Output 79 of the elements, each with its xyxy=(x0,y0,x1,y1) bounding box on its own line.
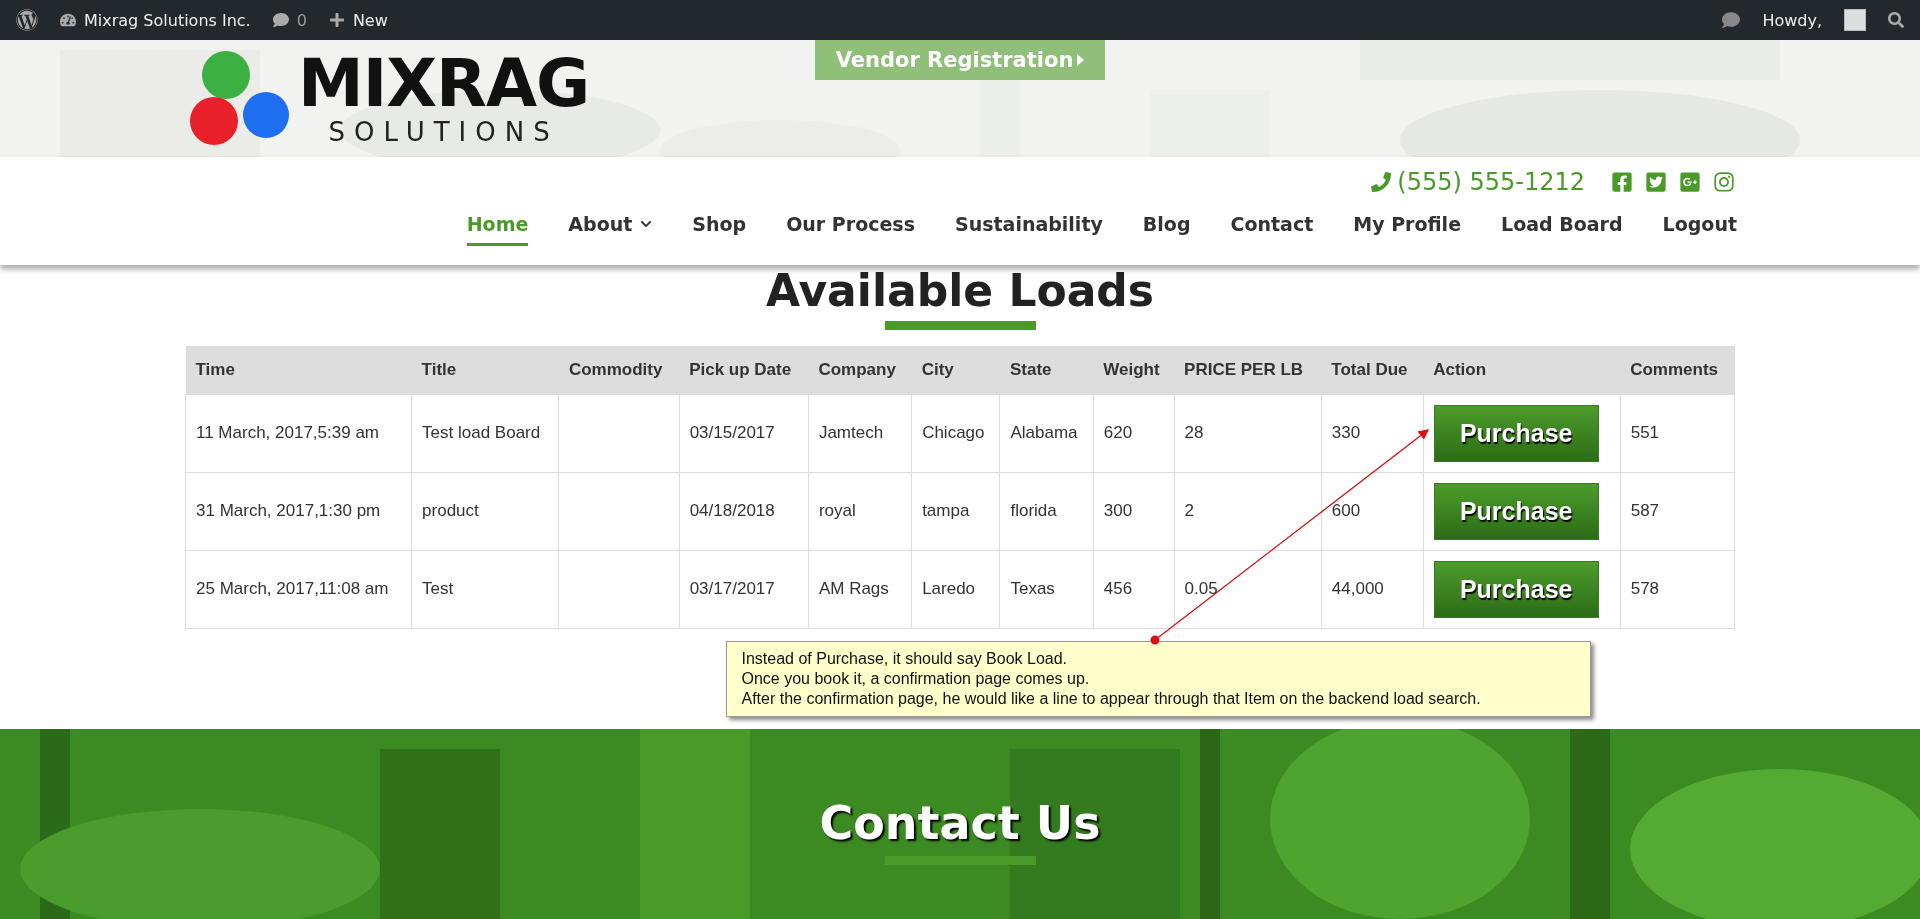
dashboard-icon xyxy=(60,12,76,28)
greeting-text[interactable]: Howdy, xyxy=(1762,10,1822,30)
nav-link[interactable]: Home xyxy=(466,213,529,246)
table-cell: 44,000 xyxy=(1321,550,1424,628)
table-cell: Test load Board xyxy=(411,394,559,472)
facebook-icon[interactable] xyxy=(1611,171,1633,193)
column-header: Pick up Date xyxy=(679,346,809,394)
table-cell: 620 xyxy=(1093,394,1175,472)
plus-icon xyxy=(328,12,345,28)
column-header: Total Due xyxy=(1321,346,1424,394)
table-cell: Laredo xyxy=(911,550,1000,628)
column-header: City xyxy=(911,346,1000,394)
table-cell: 578 xyxy=(1620,550,1735,628)
table-cell: 31 March, 2017,1:30 pm xyxy=(185,472,412,550)
instagram-icon[interactable] xyxy=(1713,171,1735,193)
column-header: Commodity xyxy=(558,346,680,394)
table-cell: Test xyxy=(411,550,559,628)
table-cell: 28 xyxy=(1174,394,1322,472)
logo-name: MIXRAG xyxy=(298,50,590,117)
note-line: Once you book it, a confirmation page comes up. xyxy=(741,668,1091,689)
table-cell: 587 xyxy=(1620,472,1735,550)
table-cell: 456 xyxy=(1093,550,1175,628)
column-header: Time xyxy=(185,346,412,394)
table-cell: 2 xyxy=(1174,472,1322,550)
new-link[interactable]: New xyxy=(328,10,388,30)
note-line: Instead of Purchase, it should say Book Load. xyxy=(741,648,1069,669)
column-header: State xyxy=(999,346,1094,394)
table-cell: 551 xyxy=(1620,394,1735,472)
table-cell: 11 March, 2017,5:39 am xyxy=(185,394,412,472)
nav-link[interactable]: My Profile xyxy=(1353,213,1462,246)
page-heading: Available Loads xyxy=(765,265,1155,317)
caret-icon xyxy=(1077,54,1085,66)
table-cell: 0.05 xyxy=(1174,550,1322,628)
column-header: Title xyxy=(411,346,559,394)
column-header: Company xyxy=(808,346,912,394)
purchase-button[interactable]: Purchase xyxy=(1433,482,1599,540)
column-header: Action xyxy=(1423,346,1621,394)
nav-link[interactable]: Contact xyxy=(1230,213,1314,246)
table-cell: Chicago xyxy=(911,394,1000,472)
nav-link[interactable]: Our Process xyxy=(786,213,915,246)
nav-link[interactable]: Load Board xyxy=(1501,213,1623,246)
nav-link[interactable]: Shop xyxy=(692,213,747,246)
table-cell: 03/15/2017 xyxy=(679,394,809,472)
table-cell: Texas xyxy=(999,550,1094,628)
phone-number[interactable]: (555) 555-1212 xyxy=(1371,168,1585,196)
wordpress-icon[interactable] xyxy=(16,9,38,31)
table-cell: Jamtech xyxy=(808,394,912,472)
google-plus-icon[interactable] xyxy=(1679,171,1701,193)
table-cell: royal xyxy=(808,472,912,550)
nav-link[interactable]: About xyxy=(568,213,653,246)
notification-icon[interactable] xyxy=(1722,11,1741,29)
section-heading: Contact Us xyxy=(819,795,1101,850)
column-header: PRICE PER LB xyxy=(1174,346,1322,394)
table-cell: AM Rags xyxy=(808,550,912,628)
column-header: Weight xyxy=(1093,346,1175,394)
nav-link[interactable]: Logout xyxy=(1662,213,1737,246)
table-cell: 600 xyxy=(1321,472,1424,550)
table-cell: 300 xyxy=(1093,472,1175,550)
table-cell: product xyxy=(411,472,559,550)
table-cell: 25 March, 2017,11:08 am xyxy=(185,550,412,628)
column-header: Comments xyxy=(1620,346,1735,394)
table-cell: Alabama xyxy=(999,394,1094,472)
nav-link[interactable]: Sustainability xyxy=(954,213,1103,246)
site-name-link[interactable]: Mixrag Solutions Inc. xyxy=(60,10,251,30)
table-cell: 330 xyxy=(1321,394,1424,472)
nav-link[interactable]: Blog xyxy=(1142,213,1191,246)
purchase-button[interactable]: Purchase xyxy=(1433,404,1599,462)
table-cell: 03/17/2017 xyxy=(679,550,809,628)
table-cell: 04/18/2018 xyxy=(679,472,809,550)
search-icon[interactable] xyxy=(1888,12,1904,28)
purchase-button[interactable]: Purchase xyxy=(1433,560,1599,618)
logo-tagline: SOLUTIONS xyxy=(328,116,559,147)
twitter-icon[interactable] xyxy=(1645,171,1667,193)
phone-icon xyxy=(1371,172,1392,192)
table-cell: florida xyxy=(999,472,1094,550)
table-cell: tampa xyxy=(911,472,1000,550)
comments-link[interactable]: 0 xyxy=(272,10,307,30)
note-line: After the confirmation page, he would like a line to appear through that Item on the backend load search. xyxy=(741,688,1482,709)
comment-icon xyxy=(272,12,289,28)
